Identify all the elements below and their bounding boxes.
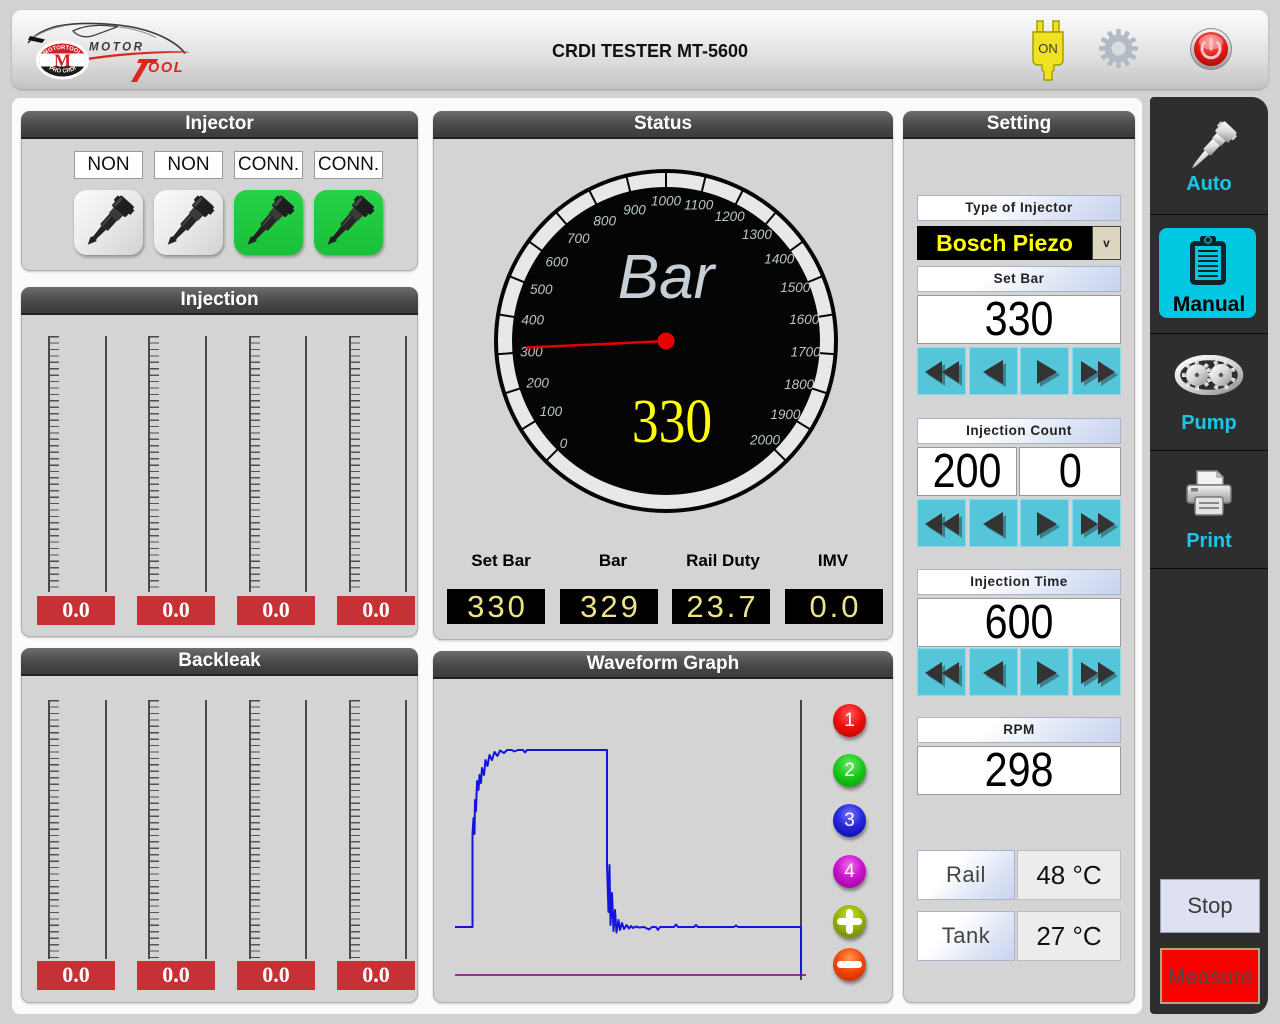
- svg-text:400: 400: [521, 313, 544, 328]
- svg-text:OOL: OOL: [148, 60, 184, 76]
- svg-text:700: 700: [567, 231, 590, 246]
- svg-text:1000: 1000: [651, 194, 682, 209]
- svg-text:100: 100: [540, 404, 563, 419]
- svg-text:Bar: Bar: [618, 243, 717, 312]
- svg-text:0: 0: [560, 436, 568, 451]
- svg-text:1600: 1600: [789, 312, 820, 327]
- svg-text:600: 600: [546, 254, 569, 269]
- svg-text:1700: 1700: [791, 345, 822, 360]
- svg-text:1500: 1500: [780, 280, 811, 295]
- svg-text:900: 900: [623, 202, 646, 217]
- svg-text:1800: 1800: [784, 377, 815, 392]
- svg-text:200: 200: [525, 375, 549, 390]
- svg-text:500: 500: [530, 282, 553, 297]
- svg-text:2000: 2000: [749, 433, 781, 448]
- svg-text:1200: 1200: [715, 209, 746, 224]
- svg-text:330: 330: [632, 386, 712, 456]
- svg-text:1400: 1400: [764, 251, 795, 266]
- svg-text:800: 800: [593, 213, 616, 228]
- svg-text:1900: 1900: [770, 407, 801, 422]
- svg-text:1100: 1100: [684, 198, 714, 213]
- svg-text:1300: 1300: [742, 227, 773, 242]
